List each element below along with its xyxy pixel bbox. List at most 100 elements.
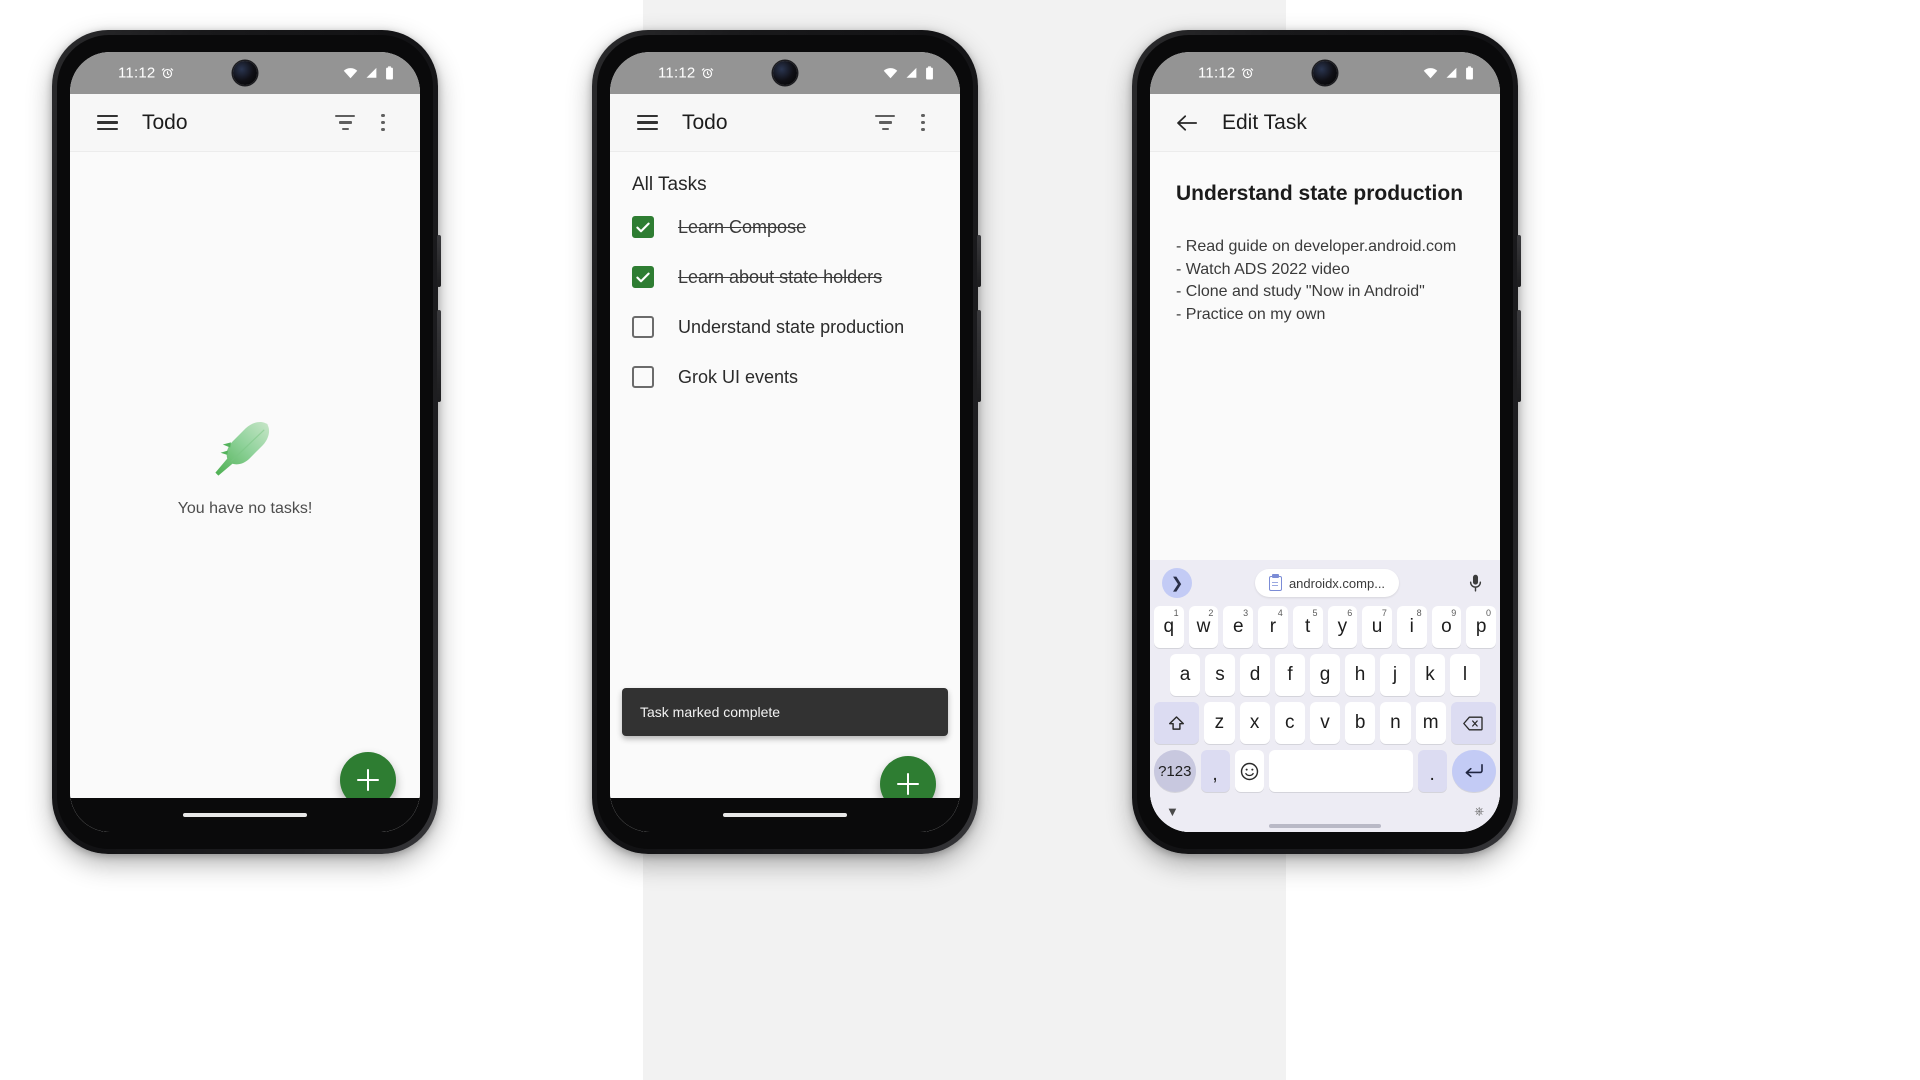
task-checkbox[interactable] bbox=[632, 216, 654, 238]
filter-button[interactable] bbox=[866, 104, 904, 142]
volume-button[interactable] bbox=[977, 310, 981, 402]
more-vert-icon bbox=[921, 113, 925, 132]
feather-icon bbox=[215, 421, 270, 476]
key-h[interactable]: h bbox=[1345, 654, 1375, 696]
clipboard-icon bbox=[1268, 573, 1282, 591]
key-label: e bbox=[1232, 616, 1244, 637]
key-x[interactable]: x bbox=[1239, 702, 1270, 744]
shift-key[interactable] bbox=[1154, 702, 1200, 744]
chevron-right-icon[interactable]: ❯ bbox=[1162, 568, 1192, 598]
task-list-content: All Tasks Learn Compose Learn about stat… bbox=[610, 152, 960, 832]
battery-icon bbox=[386, 66, 393, 80]
app-bar: Edit Task bbox=[1150, 94, 1500, 152]
backspace-key[interactable] bbox=[1450, 702, 1497, 744]
key-o[interactable]: 9o bbox=[1431, 606, 1462, 648]
task-checkbox[interactable] bbox=[632, 366, 654, 388]
volume-button[interactable] bbox=[1517, 310, 1521, 402]
edit-task-content: Understand state production - Read guide… bbox=[1150, 152, 1500, 832]
power-button[interactable] bbox=[1517, 235, 1521, 287]
key-q[interactable]: 1q bbox=[1153, 606, 1184, 648]
app-bar-title: Edit Task bbox=[1222, 110, 1307, 134]
gesture-nav-bar[interactable] bbox=[70, 798, 420, 832]
wifi-icon bbox=[1423, 68, 1438, 79]
status-icons bbox=[1423, 66, 1474, 80]
key-m[interactable]: m bbox=[1415, 702, 1446, 744]
key-l[interactable]: l bbox=[1450, 654, 1480, 696]
shift-icon bbox=[1169, 715, 1185, 730]
key-z[interactable]: z bbox=[1204, 702, 1235, 744]
key-f[interactable]: f bbox=[1275, 654, 1305, 696]
alarm-icon bbox=[702, 68, 714, 79]
menu-button[interactable] bbox=[88, 104, 126, 142]
key-label: t bbox=[1305, 616, 1311, 637]
signal-icon bbox=[1446, 67, 1457, 78]
key-u[interactable]: 7u bbox=[1362, 606, 1392, 648]
enter-key[interactable] bbox=[1451, 750, 1496, 792]
task-label: Understand state production bbox=[678, 316, 905, 337]
key-b[interactable]: b bbox=[1345, 702, 1376, 744]
space-key[interactable] bbox=[1268, 750, 1413, 792]
task-title-field[interactable]: Understand state production bbox=[1176, 182, 1474, 206]
power-button[interactable] bbox=[437, 235, 441, 287]
key-w[interactable]: 2w bbox=[1188, 606, 1219, 648]
filter-button[interactable] bbox=[326, 104, 364, 142]
status-bar: 11:12 bbox=[610, 52, 960, 94]
enter-icon bbox=[1465, 763, 1483, 778]
overflow-menu-button[interactable] bbox=[364, 104, 402, 142]
key-d[interactable]: d bbox=[1240, 654, 1270, 696]
key-v[interactable]: v bbox=[1309, 702, 1341, 744]
empty-content: You have no tasks! bbox=[70, 152, 420, 832]
overflow-menu-button[interactable] bbox=[904, 104, 942, 142]
power-button[interactable] bbox=[977, 235, 981, 287]
key-g[interactable]: g bbox=[1310, 654, 1340, 696]
key-y[interactable]: 6y bbox=[1327, 606, 1358, 648]
key-k[interactable]: k bbox=[1415, 654, 1445, 696]
status-bar: 11:12 bbox=[1150, 52, 1500, 94]
snackbar: Task marked complete bbox=[622, 688, 948, 736]
status-icons bbox=[883, 66, 934, 80]
table-row[interactable]: Learn about state holders bbox=[610, 252, 960, 302]
key-p[interactable]: 0p bbox=[1466, 606, 1497, 648]
phone-screen: 11:12 bbox=[70, 52, 420, 832]
volume-button[interactable] bbox=[437, 310, 441, 402]
app-bar-title: Todo bbox=[682, 110, 728, 134]
emoji-key[interactable] bbox=[1234, 750, 1264, 792]
key-e[interactable]: 3e bbox=[1223, 606, 1254, 648]
back-button[interactable] bbox=[1168, 104, 1206, 142]
comma-key[interactable]: , bbox=[1200, 750, 1230, 792]
key-c[interactable]: c bbox=[1274, 702, 1305, 744]
key-label: u bbox=[1371, 616, 1383, 637]
menu-button[interactable] bbox=[628, 104, 666, 142]
period-key[interactable]: . bbox=[1417, 750, 1447, 792]
gesture-nav-bar[interactable] bbox=[610, 798, 960, 832]
task-label: Learn Compose bbox=[678, 216, 807, 237]
key-num: 8 bbox=[1416, 608, 1422, 618]
key-label: i bbox=[1409, 616, 1414, 637]
key-n[interactable]: n bbox=[1380, 702, 1411, 744]
key-r[interactable]: 4r bbox=[1258, 606, 1288, 648]
camera-punch-hole bbox=[1313, 61, 1337, 85]
task-body-field[interactable]: - Read guide on developer.android.com - … bbox=[1176, 236, 1474, 327]
table-row[interactable]: Understand state production bbox=[610, 302, 960, 352]
alarm-icon bbox=[162, 68, 174, 79]
task-checkbox[interactable] bbox=[632, 316, 654, 338]
clipboard-suggestion-chip[interactable]: androidx.comp... bbox=[1254, 569, 1400, 597]
key-s[interactable]: s bbox=[1205, 654, 1235, 696]
camera-punch-hole bbox=[233, 61, 257, 85]
keyboard-icon[interactable]: ⎈ bbox=[1474, 804, 1484, 819]
key-label: q bbox=[1163, 616, 1175, 637]
gesture-nav-handle[interactable] bbox=[1150, 824, 1500, 832]
table-row[interactable]: Grok UI events bbox=[610, 352, 960, 402]
key-j[interactable]: j bbox=[1380, 654, 1410, 696]
filter-icon bbox=[875, 115, 895, 130]
microphone-icon[interactable] bbox=[1462, 574, 1488, 592]
chevron-down-icon[interactable]: ▼ bbox=[1166, 804, 1179, 819]
key-t[interactable]: 5t bbox=[1292, 606, 1323, 648]
key-a[interactable]: a bbox=[1170, 654, 1200, 696]
key-num: 0 bbox=[1486, 608, 1492, 618]
suggestion-bar: ❯ androidx.comp... bbox=[1150, 560, 1500, 606]
table-row[interactable]: Learn Compose bbox=[610, 202, 960, 252]
symbols-key[interactable]: ?123 bbox=[1154, 750, 1196, 792]
key-i[interactable]: 8i bbox=[1396, 606, 1427, 648]
task-checkbox[interactable] bbox=[632, 266, 654, 288]
